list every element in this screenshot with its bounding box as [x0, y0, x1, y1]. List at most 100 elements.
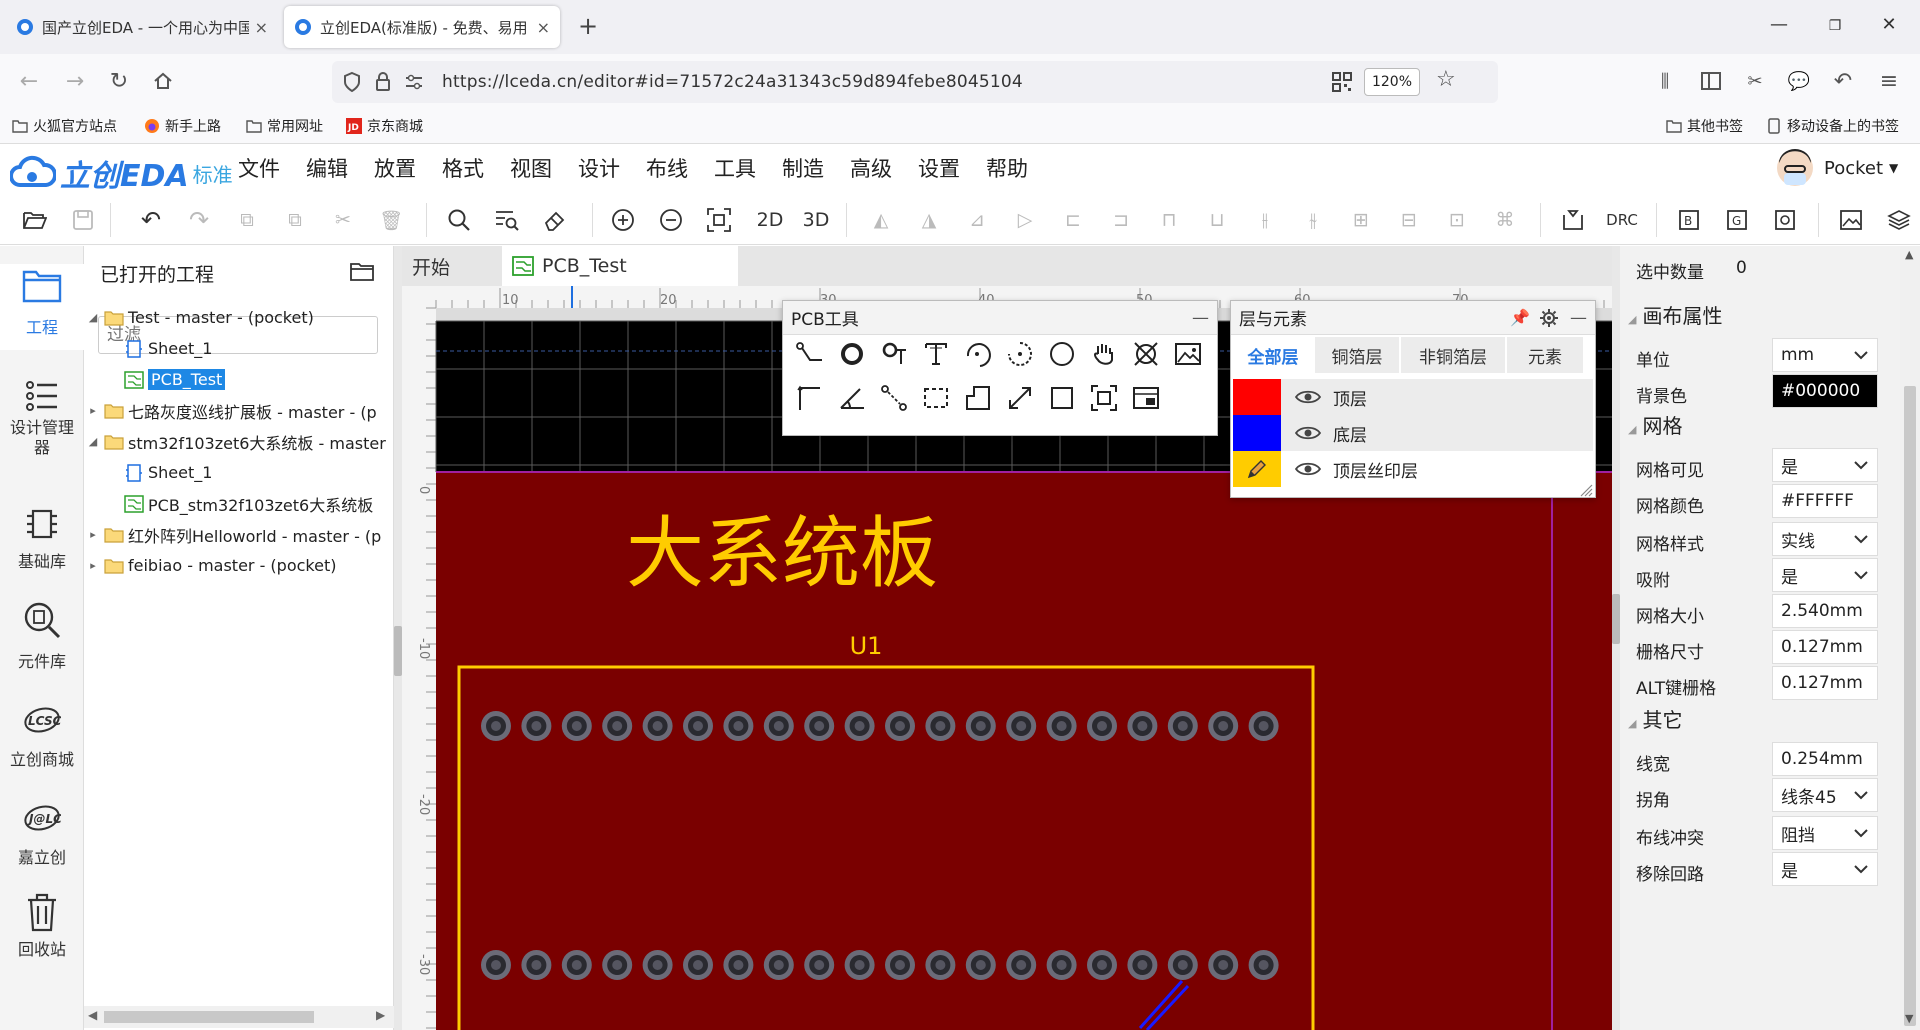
grid-style-select[interactable]: 实线: [1772, 522, 1878, 556]
import-changes-icon[interactable]: [1558, 205, 1588, 235]
undo-close-icon[interactable]: ↶: [1828, 66, 1858, 96]
copy-icon[interactable]: ⧉: [232, 205, 262, 235]
eye-icon[interactable]: [1293, 389, 1323, 405]
pad[interactable]: [1248, 950, 1279, 980]
pad[interactable]: [683, 711, 713, 741]
bom-icon[interactable]: B: [1674, 205, 1704, 235]
text-icon[interactable]: [919, 337, 953, 371]
bookmark-firefox-site[interactable]: 火狐官方站点: [12, 116, 117, 136]
pad[interactable]: [1127, 711, 1158, 741]
section-other[interactable]: ◢ 其它: [1628, 704, 1682, 733]
zoom-in-icon[interactable]: [608, 205, 638, 235]
grid-color-field[interactable]: #FFFFFF: [1772, 484, 1878, 518]
save-icon[interactable]: [68, 205, 98, 235]
rail-jlc[interactable]: J@LC 嘉立创: [0, 796, 84, 868]
pad[interactable]: [1248, 711, 1279, 741]
shield-icon[interactable]: [342, 71, 362, 93]
menu-format[interactable]: 格式: [442, 153, 484, 183]
pad[interactable]: [561, 711, 592, 741]
scrollbar-thumb[interactable]: [104, 1011, 314, 1023]
collapse-arrow-icon[interactable]: ◢: [86, 435, 100, 448]
pad[interactable]: [521, 950, 552, 980]
scrollbar-thumb[interactable]: [1904, 386, 1916, 1026]
app-menu-icon[interactable]: ≡: [1874, 66, 1904, 96]
line-width-field[interactable]: 0.254mm: [1772, 742, 1878, 776]
menu-advanced[interactable]: 高级: [850, 153, 892, 183]
remove-loop-select[interactable]: 是: [1772, 852, 1878, 886]
scroll-up-icon[interactable]: ▲: [1905, 248, 1913, 261]
close-icon[interactable]: ×: [537, 18, 550, 37]
paste-icon[interactable]: ⧉: [280, 205, 310, 235]
board-title-silkscreen[interactable]: 大系统板: [626, 509, 938, 599]
pad[interactable]: [481, 711, 511, 741]
snap-size-field[interactable]: 0.127mm: [1772, 630, 1878, 664]
pad[interactable]: [763, 711, 794, 741]
menu-file[interactable]: 文件: [238, 153, 280, 183]
corner-select[interactable]: 线条45: [1772, 778, 1878, 812]
copper-pour-icon[interactable]: [1129, 337, 1163, 371]
minimize-icon[interactable]: —: [1570, 308, 1587, 328]
redo-icon[interactable]: ↷: [184, 205, 214, 235]
pad-icon[interactable]: [835, 337, 869, 371]
distribute-v-icon[interactable]: ⊟: [1394, 205, 1424, 235]
pad[interactable]: [763, 950, 794, 980]
layer-row-top-silkscreen[interactable]: 顶层丝印层: [1233, 451, 1593, 487]
unit-select[interactable]: mm: [1772, 338, 1878, 372]
new-tab-button[interactable]: +: [578, 12, 598, 40]
rail-project[interactable]: 工程: [0, 264, 84, 350]
eraser-icon[interactable]: [540, 205, 570, 235]
tree-project-item[interactable]: ▸ 七路灰度巡线扩展板 - master - (p: [84, 396, 394, 425]
layers-icon[interactable]: [1884, 205, 1914, 235]
align-center-v-icon[interactable]: ⫲: [1250, 205, 1280, 235]
tree-file-item[interactable]: Sheet_1: [84, 334, 394, 363]
library-icon[interactable]: ⫼: [1650, 66, 1680, 96]
pad[interactable]: [804, 950, 835, 980]
rectangle-icon[interactable]: [1045, 381, 1079, 415]
rail-design-manager[interactable]: 设计管理器: [0, 374, 84, 458]
back-icon[interactable]: ←: [14, 66, 44, 96]
zoom-out-icon[interactable]: [656, 205, 686, 235]
close-window-icon[interactable]: ✕: [1874, 14, 1904, 35]
open-project-folder-icon[interactable]: [350, 262, 374, 282]
collapse-arrow-icon[interactable]: ◢: [86, 311, 100, 324]
bookmark-jd[interactable]: JD 京东商城: [346, 116, 423, 136]
align-left-icon[interactable]: ⊏: [1058, 205, 1088, 235]
menu-edit[interactable]: 编辑: [306, 153, 348, 183]
pad[interactable]: [1167, 711, 1198, 741]
align-center-h-icon[interactable]: ⫳: [1298, 205, 1328, 235]
pin-icon[interactable]: 📌: [1510, 308, 1530, 327]
pad[interactable]: [1167, 950, 1198, 980]
image-icon[interactable]: [1171, 337, 1205, 371]
rail-component-library[interactable]: 元件库: [0, 598, 84, 672]
menu-settings[interactable]: 设置: [918, 153, 960, 183]
tab-elements[interactable]: 元素: [1507, 337, 1583, 373]
pad[interactable]: [925, 711, 956, 741]
flip-right-icon[interactable]: ◮: [914, 205, 944, 235]
pad[interactable]: [844, 950, 875, 980]
pad[interactable]: [561, 950, 592, 980]
tree-project-item[interactable]: ◢ stm32f103zet6大系统板 - master: [84, 427, 394, 456]
bookmark-common-sites[interactable]: 常用网址: [246, 116, 323, 136]
minimize-icon[interactable]: —: [1192, 308, 1209, 328]
reload-icon[interactable]: ↻: [104, 66, 134, 96]
panel-splitter-right[interactable]: [1612, 246, 1620, 1030]
pad[interactable]: [481, 950, 511, 980]
track-icon[interactable]: [793, 337, 827, 371]
pad[interactable]: [1046, 950, 1077, 980]
pad[interactable]: [965, 950, 996, 980]
tree-project-item[interactable]: ◢ Test - master - (pocket): [84, 303, 394, 332]
pad[interactable]: [844, 711, 875, 741]
layer-color-swatch[interactable]: [1233, 451, 1281, 487]
expand-arrow-icon[interactable]: ▸: [86, 559, 100, 572]
dimension-icon[interactable]: [793, 381, 827, 415]
hand-icon[interactable]: [1087, 337, 1121, 371]
via-icon[interactable]: [877, 337, 911, 371]
address-bar[interactable]: https://lceda.cn/editor#id=71572c24a3134…: [332, 61, 1498, 103]
pad[interactable]: [1046, 711, 1077, 741]
component-icon[interactable]: [1087, 381, 1121, 415]
menu-design[interactable]: 设计: [578, 153, 620, 183]
pad[interactable]: [683, 950, 713, 980]
delete-icon[interactable]: 🗑: [376, 205, 406, 235]
pick-place-icon[interactable]: [1770, 205, 1800, 235]
tree-file-item[interactable]: PCB_Test: [84, 365, 394, 394]
